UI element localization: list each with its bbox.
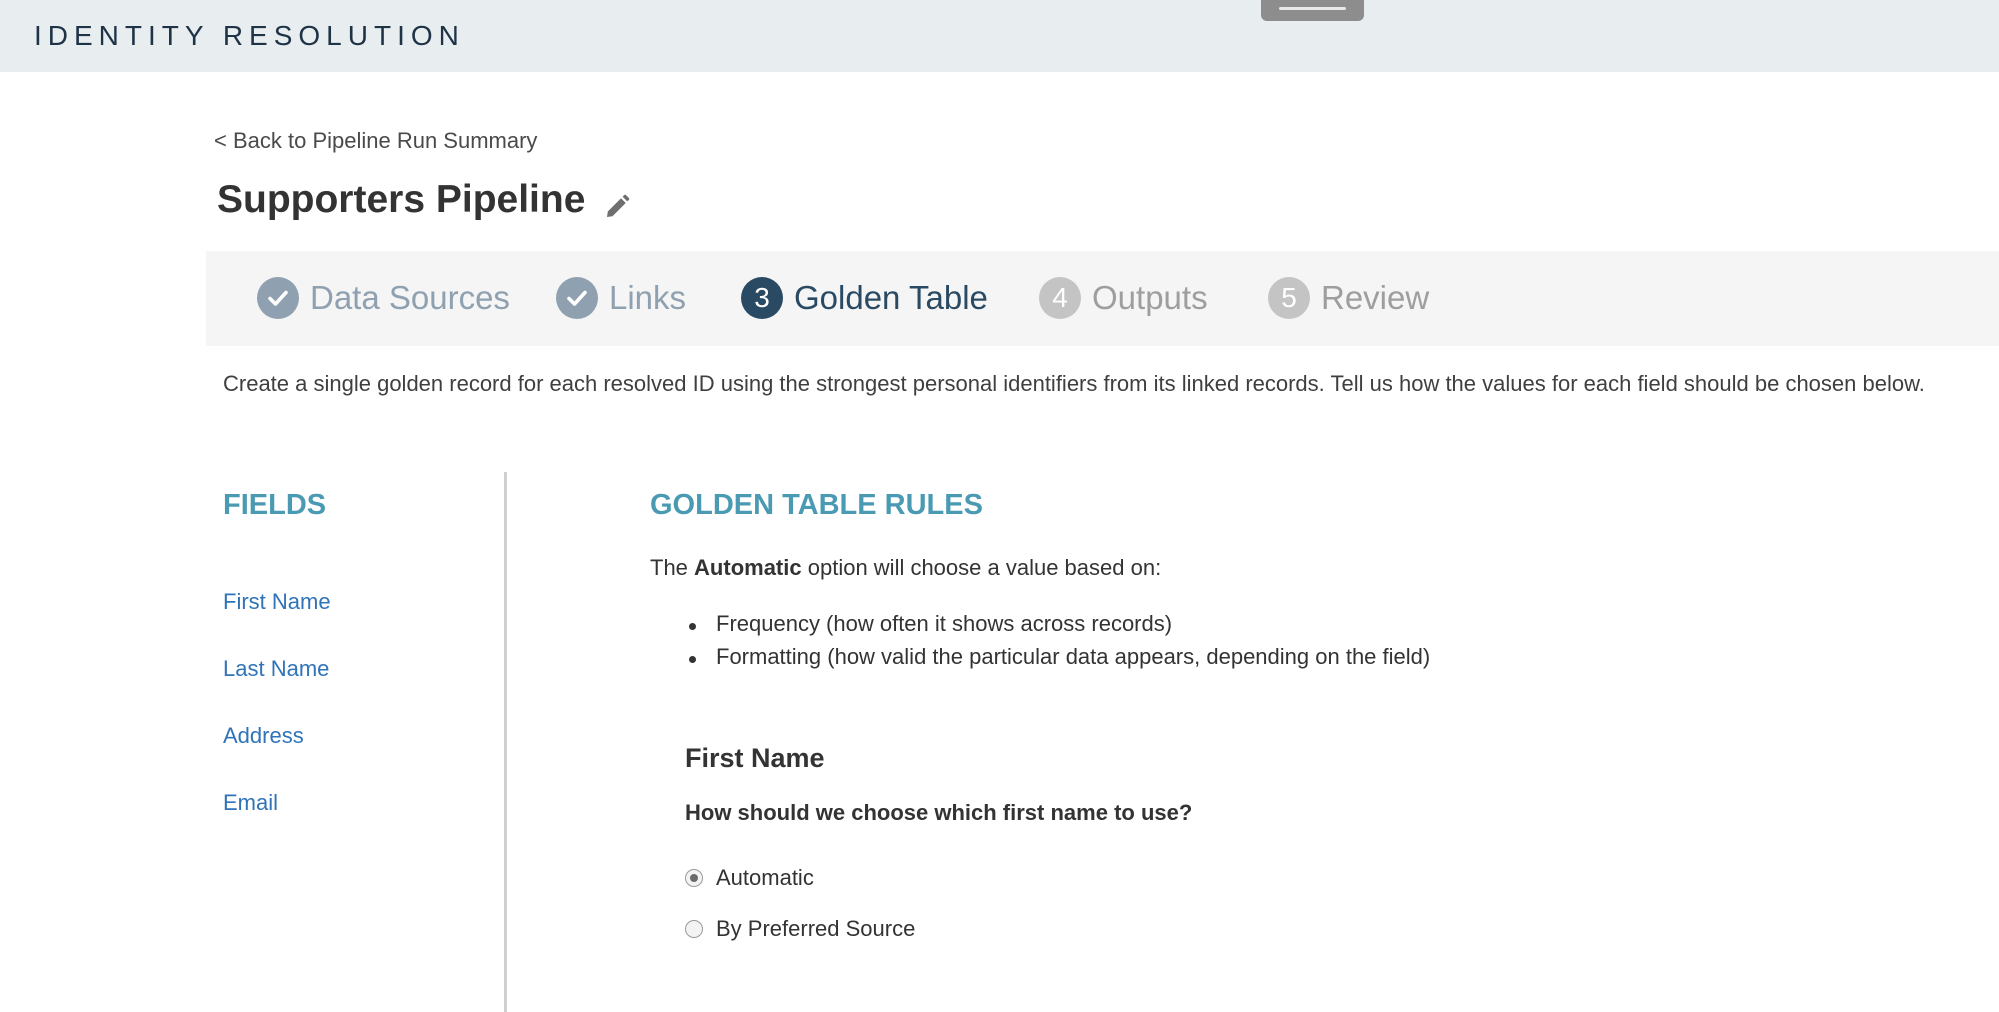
intro-prefix: The — [650, 555, 688, 580]
step-label: Data Sources — [310, 279, 510, 316]
drawer-drag-handle[interactable] — [1261, 0, 1364, 21]
automatic-criteria-list: Frequency (how often it shows across rec… — [688, 611, 1430, 677]
back-to-run-summary-link[interactable]: < Back to Pipeline Run Summary — [214, 128, 537, 154]
step-label: Review — [1321, 279, 1430, 316]
list-item: Formatting (how valid the particular dat… — [688, 644, 1430, 677]
step-number: 4 — [1039, 277, 1081, 319]
radio-button[interactable] — [685, 869, 703, 887]
step-description: Create a single golden record for each r… — [223, 371, 1925, 396]
step-review[interactable]: 5 Review — [1268, 276, 1429, 320]
step-label: Golden Table — [794, 279, 988, 316]
step-data-sources[interactable]: Data Sources — [257, 276, 510, 320]
pencil-icon[interactable] — [602, 192, 632, 222]
field-link-first-name[interactable]: First Name — [223, 589, 331, 615]
radio-button[interactable] — [685, 920, 703, 938]
pipeline-stepper: Data Sources Links 3 Golden Table 4 Outp… — [206, 251, 1999, 346]
step-links[interactable]: Links — [556, 276, 686, 320]
column-divider — [504, 472, 507, 1012]
radio-option-preferred-source[interactable]: By Preferred Source — [685, 916, 915, 942]
app-title: IDENTITY RESOLUTION — [34, 20, 465, 51]
top-bar: IDENTITY RESOLUTION — [0, 0, 1999, 72]
radio-option-automatic[interactable]: Automatic — [685, 865, 814, 891]
field-question: How should we choose which first name to… — [685, 800, 1193, 825]
intro-suffix: option will choose a value based on: — [807, 555, 1162, 580]
page-title: Supporters Pipeline — [217, 178, 586, 221]
list-item: Frequency (how often it shows across rec… — [688, 611, 1430, 644]
check-icon — [257, 277, 299, 319]
field-link-address[interactable]: Address — [223, 723, 304, 749]
grip-icon — [1279, 7, 1346, 10]
intro-bold-automatic: Automatic — [694, 555, 802, 580]
radio-selected-dot — [690, 874, 698, 882]
radio-label: Automatic — [716, 865, 814, 890]
fields-heading: FIELDS — [223, 489, 327, 521]
check-icon — [556, 277, 598, 319]
radio-label: By Preferred Source — [716, 916, 916, 941]
step-number: 3 — [741, 277, 783, 319]
field-link-last-name[interactable]: Last Name — [223, 656, 329, 682]
field-section-title: First Name — [685, 743, 825, 773]
golden-table-rules-heading: GOLDEN TABLE RULES — [650, 489, 983, 521]
step-label: Links — [609, 279, 687, 316]
field-link-email[interactable]: Email — [223, 790, 278, 816]
step-label: Outputs — [1092, 279, 1208, 316]
step-golden-table[interactable]: 3 Golden Table — [741, 276, 988, 320]
step-outputs[interactable]: 4 Outputs — [1039, 276, 1208, 320]
step-number: 5 — [1268, 277, 1310, 319]
automatic-option-intro: The Automatic option will choose a value… — [650, 555, 1161, 581]
